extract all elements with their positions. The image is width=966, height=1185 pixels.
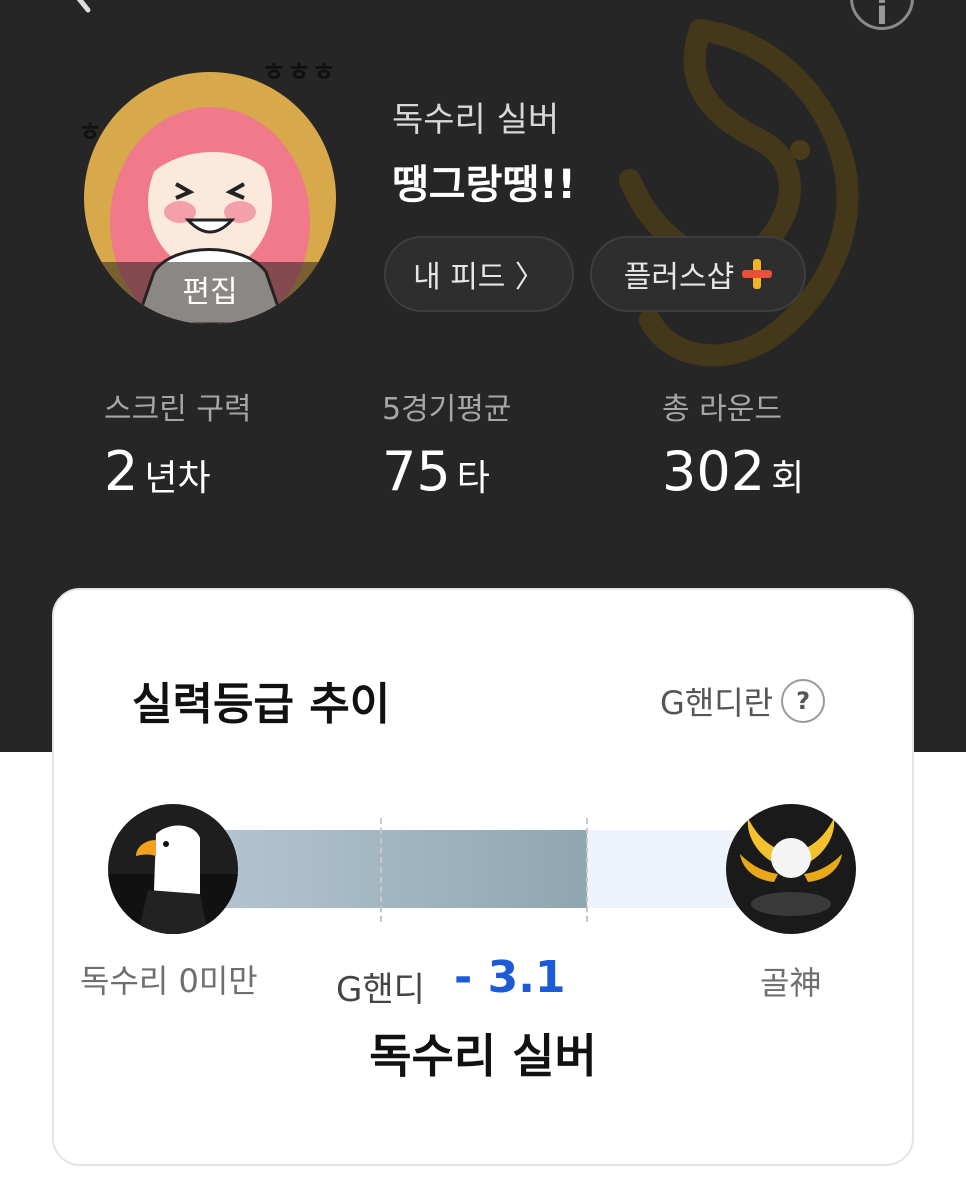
stat-label: 5경기평균 [382, 392, 512, 427]
current-grade: 독수리 실버 [369, 1029, 597, 1083]
skill-grade-card: 실력등급 추이 G핸디란 ? 독수리 0미만 골神 G핸디 - 3.1 독수리 … [52, 588, 914, 1166]
my-feed-label: 내 피드 〉 [413, 260, 545, 295]
profile-nickname: 땡그랑땡!! [392, 162, 576, 208]
avatar[interactable]: 편집 [84, 72, 336, 324]
ghandi-info-link[interactable]: G핸디란 ? [660, 678, 826, 724]
plus-shop-button[interactable]: 플러스샵 [590, 236, 806, 312]
scale-max-label: 골神 [760, 964, 822, 1002]
ghandi-info-label: G핸디란 [660, 684, 774, 722]
plus-shop-label: 플러스샵 [623, 260, 735, 295]
stat-five-game-average: 5경기평균 75 타 [382, 384, 512, 503]
stat-unit: 타 [456, 458, 490, 499]
scale-min-label: 독수리 0미만 [80, 962, 258, 1000]
progress-tick [380, 818, 382, 922]
stat-value: 2 [104, 440, 139, 503]
stat-label: 스크린 구력 [104, 392, 252, 427]
stat-label: 총 라운드 [662, 392, 782, 427]
golf-god-badge-icon [726, 804, 856, 934]
question-icon[interactable]: ? [781, 679, 826, 723]
card-title: 실력등급 추이 [132, 679, 391, 730]
eagle-badge-icon [108, 804, 238, 934]
stat-screen-experience: 스크린 구력 2 년차 [104, 384, 252, 503]
info-icon[interactable]: i [850, 0, 914, 33]
stat-total-rounds: 총 라운드 302 회 [662, 384, 804, 503]
stat-value: 75 [382, 440, 451, 503]
ghandi-value: - 3.1 [454, 952, 566, 1003]
stat-unit: 회 [771, 458, 805, 499]
chevron-left-icon[interactable] [52, 0, 112, 20]
ghandi-label: G핸디 [336, 970, 425, 1010]
stat-value: 302 [662, 440, 766, 503]
my-feed-button[interactable]: 내 피드 〉 [384, 236, 574, 312]
grade-progress-fill [184, 830, 587, 908]
stat-unit: 년차 [144, 458, 211, 499]
avatar-edit-label[interactable]: 편집 [84, 267, 336, 311]
eagle-watermark-icon [619, 19, 859, 367]
plus-icon [742, 259, 773, 289]
profile-grade: 독수리 실버 [392, 100, 560, 140]
progress-tick [586, 818, 588, 922]
